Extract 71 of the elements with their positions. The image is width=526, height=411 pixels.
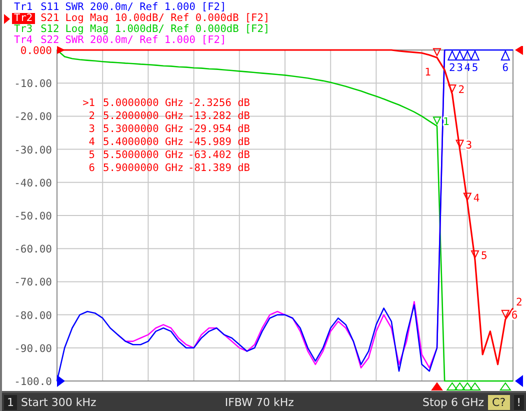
marker-frequency: 5.9000000 GHz [103,162,184,174]
channel-indicator: 1 [4,394,17,410]
s-parameter-label: S22 [40,35,60,46]
marker-number: 3 [88,123,95,135]
marker-value: -29.954 dB [188,123,250,135]
marker-frequency: 5.3000000 GHz [103,123,184,135]
marker-label: 5 [472,62,478,74]
marker-label: 1 [424,66,431,79]
marker-label: 3 [466,139,472,152]
trace-tag-label: [F2] [244,13,270,24]
s-parameter-label: S12 [40,24,60,35]
start-frequency-label: Start 300 kHz [21,396,96,408]
marker-label: 2 [449,62,456,74]
y-axis-tick-label: -30.00 [14,144,52,156]
y-axis-tick-label: -10.00 [14,78,52,90]
trace-scale-label: Log Mag 1.000dB/ Ref 0.000dB [65,24,239,35]
marker-triangle-icon [501,310,510,319]
calibration-status[interactable]: C? [488,394,510,410]
marker-label: 3 [456,62,463,74]
marker-label: 6 [511,309,518,322]
y-axis-tick-label: -70.00 [14,276,52,289]
marker-value: -13.282 dB [188,110,250,122]
reference-level-icon [515,375,523,387]
y-axis-tick-label: -100.0 [14,376,52,388]
trace-tag-label: [F2] [201,35,226,46]
marker-label: 1 [443,116,450,128]
marker-triangle-icon [456,140,464,148]
marker-frequency: 5.2000000 GHz [103,110,184,122]
trace-name[interactable]: Tr2 [12,13,35,24]
y-axis-tick-label: -80.00 [14,310,52,322]
marker-label: 5 [481,250,488,262]
active-trace-arrow-icon [4,14,10,24]
marker-frequency: 5.0000000 GHz [103,97,184,109]
marker-frequency: 5.4000000 GHz [103,136,184,148]
alert-indicator[interactable]: ! [514,394,524,410]
marker-label: 4 [473,192,480,204]
marker-triangle-icon [432,116,442,126]
y-axis-tick-label: 0.000 [20,46,52,57]
marker-number: 6 [88,162,95,174]
s-parameter-label: S11 [40,2,60,13]
marker-label: 2 [458,84,465,96]
marker-number: 2 [88,110,95,122]
marker-number: 5 [88,149,95,161]
marker-value: -63.402 dB [188,149,250,161]
marker-triangle-icon [463,192,472,202]
y-axis-tick-label: -20.00 [14,111,52,124]
marker-triangle-icon [470,250,480,259]
trace-tag-label: [F2] [201,2,226,13]
y-axis-tick-label: -40.00 [14,177,52,190]
trace-scale-label: SWR 200.0m/ Ref 1.000 [65,2,196,13]
stop-frequency-label: Stop 6 GHz [422,396,484,408]
marker-value: -45.989 dB [188,136,250,148]
marker-triangle-icon [448,84,456,94]
trace-scale-label: Log Mag 10.00dB/ Ref 0.000dB [65,13,239,24]
marker-number: 4 [88,136,95,148]
trace-tag-label: [F2] [244,24,270,35]
marker-value: -81.389 dB [188,162,250,174]
trace-scale-label: SWR 200.0m/ Ref 1.000 [65,35,196,46]
trace-name[interactable]: Tr1 [12,2,35,13]
y-axis-tick-label: -50.00 [14,210,52,222]
y-axis-tick-label: -60.00 [14,244,52,256]
marker-label: 6 [502,62,509,74]
marker-label: 4 [464,62,471,74]
marker-number: >1 [82,97,95,109]
marker-label: 2 [516,296,522,309]
marker-value: -2.3256 dB [188,97,250,109]
reference-level-icon [515,46,523,55]
y-axis-tick-label: -90.00 [14,342,52,355]
ifbw-label: IFBW 70 kHz [224,396,294,408]
s-parameter-label: S21 [40,13,60,24]
marker-frequency: 5.5000000 GHz [103,149,184,161]
